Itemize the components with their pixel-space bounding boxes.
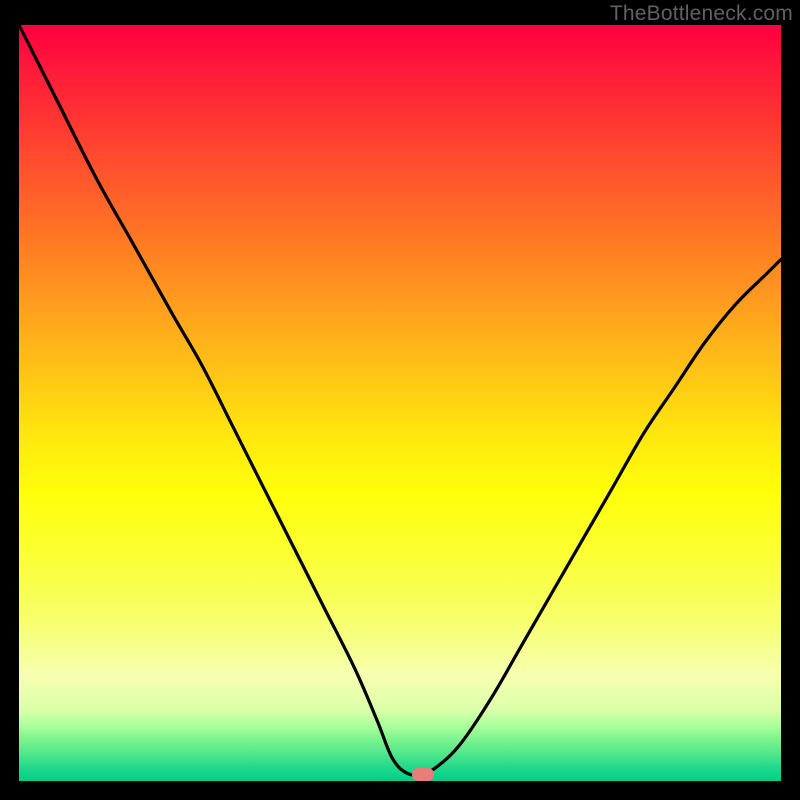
chart-stage: TheBottleneck.com xyxy=(0,0,800,800)
curve-path xyxy=(19,25,781,775)
bottleneck-curve xyxy=(19,25,781,781)
optimum-marker xyxy=(412,768,434,781)
plot-area xyxy=(19,25,781,781)
watermark-text: TheBottleneck.com xyxy=(610,2,793,26)
